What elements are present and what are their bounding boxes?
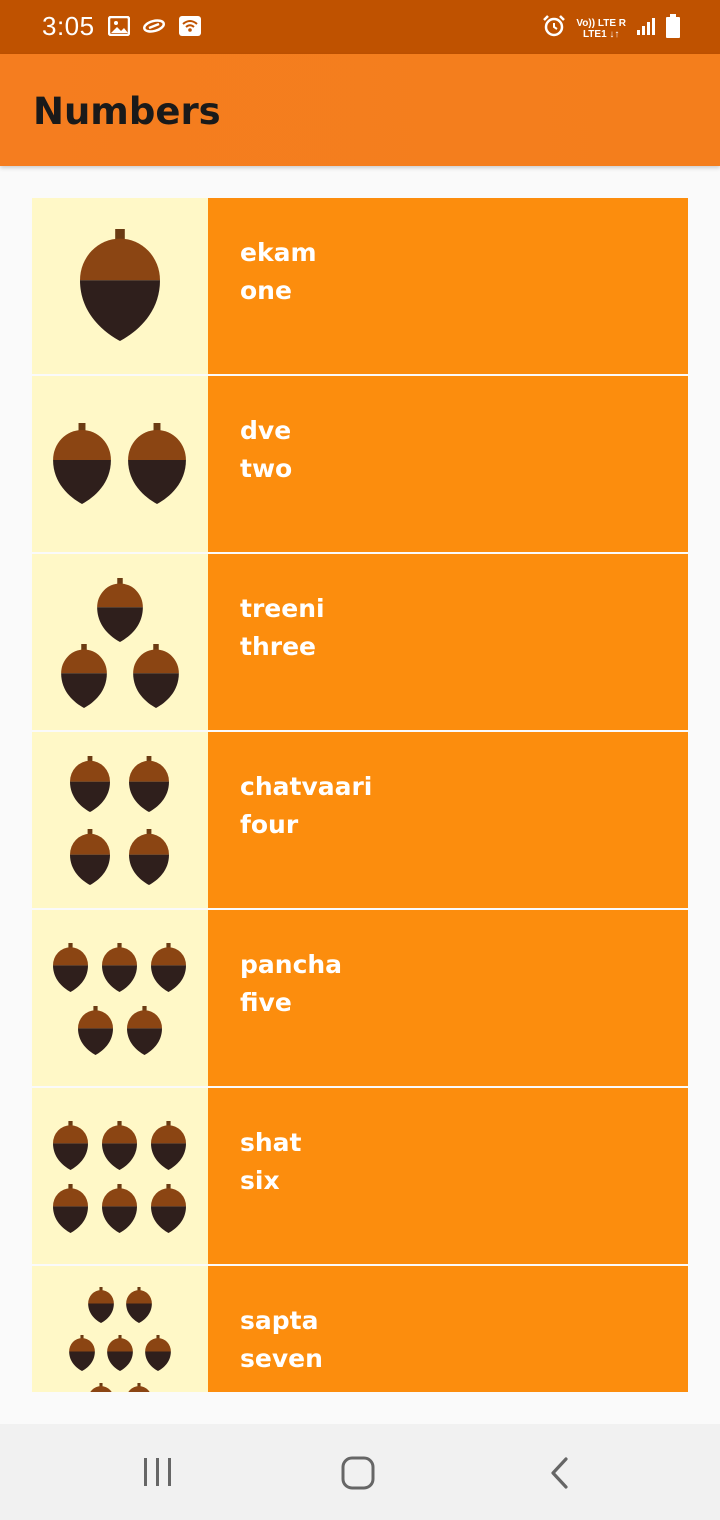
- english-word: five: [240, 988, 292, 1017]
- battery-icon: [666, 14, 680, 43]
- status-time: 3:05: [42, 11, 95, 41]
- english-word: two: [240, 454, 293, 483]
- link-icon: [142, 16, 166, 41]
- image-icon: [107, 15, 131, 41]
- app-bar: Numbers: [0, 54, 720, 166]
- alarm-icon: [542, 14, 566, 43]
- acorn-image: [32, 198, 208, 374]
- sanskrit-word: sapta: [240, 1306, 319, 1335]
- list-item[interactable]: dve two: [32, 376, 688, 552]
- back-icon[interactable]: [546, 1456, 574, 1495]
- list-item[interactable]: pancha five: [32, 910, 688, 1086]
- network-label: Vo)) LTE R LTE1 ↓↑: [576, 17, 626, 40]
- acorn-image: [32, 554, 208, 730]
- sanskrit-word: ekam: [240, 238, 317, 267]
- acorn-image: [32, 376, 208, 552]
- english-word: seven: [240, 1344, 323, 1373]
- numbers-list[interactable]: ekam one dve two treeni three chatvaari …: [32, 198, 688, 1392]
- english-word: one: [240, 276, 292, 305]
- navigation-bar: [0, 1424, 720, 1520]
- sanskrit-word: treeni: [240, 594, 325, 623]
- wifi-icon: [178, 15, 202, 42]
- sanskrit-word: pancha: [240, 950, 343, 979]
- sanskrit-word: dve: [240, 416, 292, 445]
- acorn-image: [32, 910, 208, 1086]
- status-bar: 3:05 Vo)) LTE R LTE1 ↓↑: [0, 0, 720, 54]
- list-item[interactable]: sapta seven: [32, 1266, 688, 1392]
- list-item[interactable]: shat six: [32, 1088, 688, 1264]
- sanskrit-word: shat: [240, 1128, 302, 1157]
- list-item[interactable]: ekam one: [32, 198, 688, 374]
- recent-apps-icon[interactable]: [140, 1456, 176, 1493]
- acorn-image: [32, 1088, 208, 1264]
- page-title: Numbers: [33, 90, 221, 133]
- sanskrit-word: chatvaari: [240, 772, 373, 801]
- signal-icon: [636, 16, 656, 41]
- home-icon[interactable]: [340, 1456, 376, 1495]
- list-item[interactable]: treeni three: [32, 554, 688, 730]
- acorn-image: [32, 732, 208, 908]
- english-word: three: [240, 632, 316, 661]
- acorn-image: [32, 1266, 208, 1392]
- list-item[interactable]: chatvaari four: [32, 732, 688, 908]
- english-word: six: [240, 1166, 280, 1195]
- english-word: four: [240, 810, 299, 839]
